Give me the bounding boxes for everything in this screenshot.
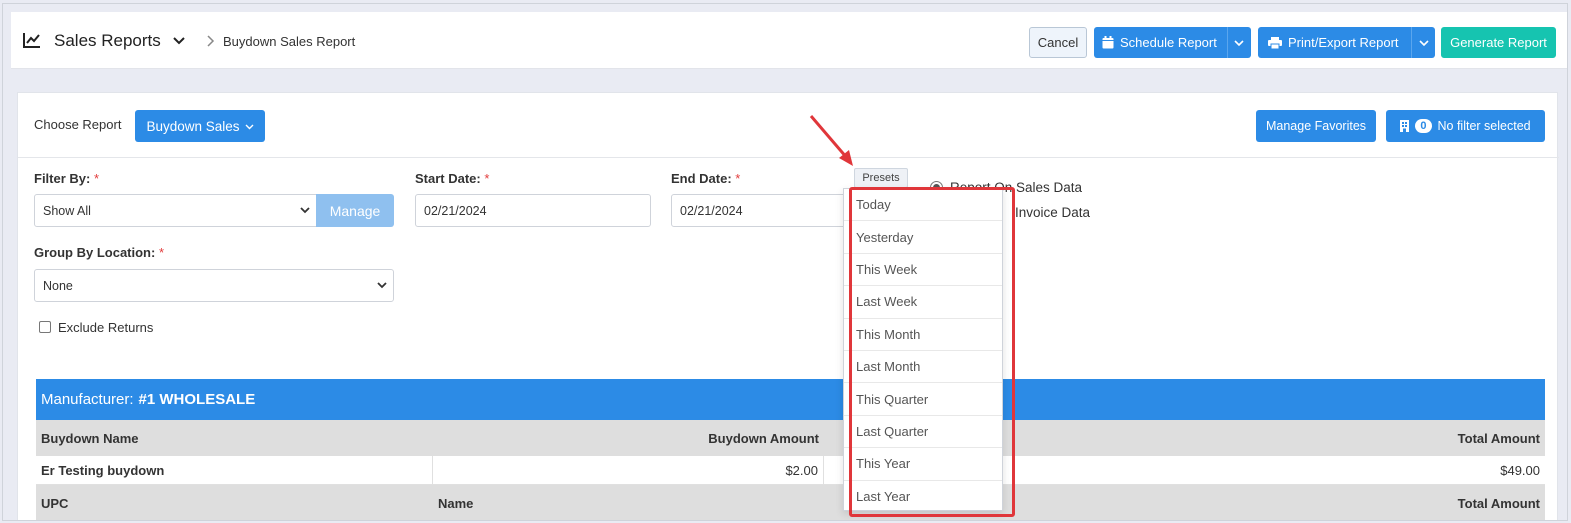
group-by-select[interactable]: None (34, 269, 394, 302)
chevron-down-icon[interactable] (172, 34, 186, 48)
preset-yesterday[interactable]: Yesterday (844, 221, 1002, 254)
print-export-button[interactable]: Print/Export Report (1258, 27, 1411, 58)
calendar-icon (1102, 36, 1114, 49)
choose-report-dropdown[interactable]: Buydown Sales (135, 110, 265, 142)
cell-buydown-amount: $2.00 (433, 456, 824, 484)
end-date-input[interactable]: 02/21/2024 (671, 194, 861, 227)
header-cell-buydown: Buydown Name Buydown Amount (36, 420, 824, 456)
breadcrumb[interactable]: Buydown Sales Report (223, 34, 355, 49)
filter-status-label: No filter selected (1437, 119, 1531, 133)
manage-button[interactable]: Manage (316, 194, 394, 227)
chevron-down-icon (245, 124, 254, 129)
schedule-report-button[interactable]: Schedule Report (1094, 27, 1227, 58)
end-date-label: End Date: * (671, 171, 740, 186)
required-mark: * (735, 171, 741, 186)
cell-buydown-name: Er Testing buydown (36, 456, 433, 484)
line-chart-icon (23, 33, 40, 48)
report-card: Choose Report Buydown Sales Manage Favor… (17, 92, 1559, 520)
generate-report-button[interactable]: Generate Report (1441, 27, 1556, 58)
preset-last-quarter[interactable]: Last Quarter (844, 416, 1002, 449)
cancel-button[interactable]: Cancel (1029, 27, 1087, 58)
col-name: Name (438, 495, 474, 511)
end-date-text: End Date: (671, 171, 732, 186)
page-title: Sales Reports (54, 31, 161, 50)
preset-last-week[interactable]: Last Week (844, 286, 1002, 319)
start-date-input[interactable]: 02/21/2024 (415, 194, 651, 227)
chevron-down-icon (377, 282, 387, 289)
col-buydown-name: Buydown Name (41, 430, 139, 446)
col-upc: UPC (41, 495, 69, 511)
preset-this-week[interactable]: This Week (844, 254, 1002, 287)
chevron-right-icon (207, 35, 215, 47)
top-bar: Sales Reports Buydown Sales Report Cance… (11, 12, 1567, 69)
print-export-split-button: Print/Export Report (1258, 27, 1435, 58)
presets-button[interactable]: Presets (854, 168, 908, 188)
preset-today[interactable]: Today (844, 189, 1002, 222)
schedule-report-label: Schedule Report (1120, 35, 1217, 50)
chevron-down-icon (1234, 39, 1244, 46)
manage-favorites-button[interactable]: Manage Favorites (1256, 110, 1376, 142)
divider (18, 157, 1559, 158)
preset-this-year[interactable]: This Year (844, 448, 1002, 481)
required-mark: * (484, 171, 490, 186)
filter-count-badge: 0 (1415, 119, 1432, 133)
exclude-returns-checkbox[interactable] (39, 321, 51, 333)
exclude-returns-label: Exclude Returns (58, 320, 154, 335)
preset-this-quarter[interactable]: This Quarter (844, 383, 1002, 416)
preset-last-month[interactable]: Last Month (844, 351, 1002, 384)
start-date-text: Start Date: (415, 171, 481, 186)
schedule-report-split-button: Schedule Report (1094, 27, 1251, 58)
printer-icon (1268, 36, 1282, 49)
group-by-text: Group By Location: (34, 245, 156, 260)
start-date-value: 02/21/2024 (424, 203, 487, 218)
building-icon (1400, 120, 1410, 132)
print-export-dropdown-toggle[interactable] (1411, 27, 1435, 58)
preset-this-month[interactable]: This Month (844, 319, 1002, 351)
manufacturer-name: #1 WHOLESALE (138, 391, 256, 408)
manufacturer-header: Manufacturer: #1 WHOLESALE (36, 379, 1545, 420)
app-frame: Sales Reports Buydown Sales Report Cance… (2, 3, 1568, 521)
filter-by-select[interactable]: Show All (34, 194, 317, 227)
chevron-down-icon (1418, 39, 1429, 46)
chevron-down-icon (300, 207, 310, 214)
presets-dropdown-menu: Today Yesterday This Week Last Week This… (843, 188, 1003, 511)
col-total-amount: Total Amount (1457, 430, 1540, 446)
print-export-label: Print/Export Report (1288, 35, 1399, 50)
filter-by-value: Show All (43, 203, 91, 218)
start-date-label: Start Date: * (415, 171, 489, 186)
col-buydown-amount: Buydown Amount (708, 430, 819, 446)
filter-by-label: Filter By: * (34, 171, 99, 186)
choose-report-label: Choose Report (34, 117, 122, 132)
required-mark: * (158, 245, 165, 260)
filter-by-text: Filter By: (34, 171, 91, 186)
group-by-value: None (43, 278, 73, 293)
required-mark: * (93, 171, 100, 186)
group-by-label: Group By Location: * (34, 245, 164, 260)
schedule-dropdown-toggle[interactable] (1226, 27, 1251, 58)
filter-status-button[interactable]: 0 No filter selected (1386, 110, 1545, 142)
selected-report-label: Buydown Sales (146, 118, 240, 134)
table-header-row: Buydown Name Buydown Amount Total Amount (36, 420, 1545, 456)
preset-last-year[interactable]: Last Year (844, 481, 1002, 513)
end-date-value: 02/21/2024 (680, 203, 743, 218)
table-row[interactable]: Er Testing buydown $2.00 $49.00 (36, 456, 1545, 485)
table-subheader-row: UPC Name Total Amount (36, 485, 1545, 520)
manufacturer-prefix: Manufacturer: (41, 391, 134, 408)
